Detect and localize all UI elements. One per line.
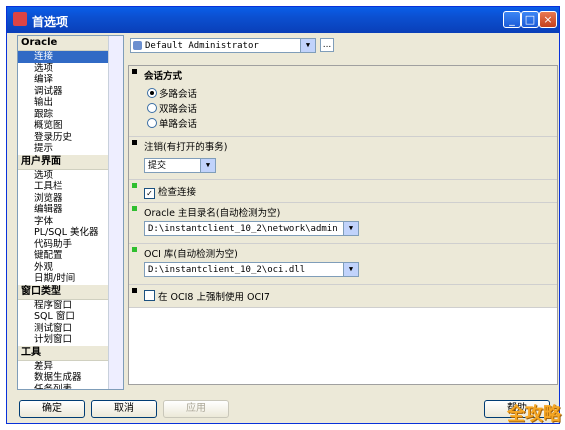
oci-library-section: OCI 库(自动检测为空) D:\instantclient_10_2\oci.… <box>129 244 557 285</box>
radio-single-session[interactable]: 单路会话 <box>147 116 197 130</box>
chevron-down-icon[interactable]: ▼ <box>300 39 315 52</box>
profile-value: Default Administrator <box>145 41 259 51</box>
watermark-logo: 全攻略 <box>507 404 561 425</box>
maximize-button[interactable]: □ <box>521 11 539 28</box>
tree-group-label: Oracle <box>21 37 58 48</box>
cancel-button[interactable]: 取消 <box>91 400 157 418</box>
tree-group-label: 窗口类型 <box>21 285 61 297</box>
section-title: Oracle 主目录名(自动检测为空) <box>144 208 281 219</box>
section-title: 注销(有打开的事务) <box>144 142 228 153</box>
checkbox-checked-icon: ✓ <box>144 188 155 199</box>
marker-icon <box>132 183 137 188</box>
section-title: 会话方式 <box>144 71 183 82</box>
tree-scrollbar[interactable] <box>108 36 123 389</box>
settings-area: Default Administrator ▼ ... 会话方式 多路会话 双路… <box>128 35 558 390</box>
settings-panel: 会话方式 多路会话 双路会话 单路会话 注销(有打开的事务) 提交 ▼ ✓ 检查连… <box>128 65 558 385</box>
marker-icon <box>132 69 137 74</box>
app-icon <box>13 12 27 26</box>
chevron-down-icon[interactable]: ▼ <box>200 159 215 172</box>
close-button[interactable]: × <box>539 11 557 28</box>
chevron-down-icon[interactable]: ▼ <box>343 263 358 276</box>
minimize-button[interactable]: _ <box>503 11 521 28</box>
force-oci7-section: 在 OCI8 上强制使用 OCI7 <box>129 285 557 308</box>
oracle-home-section: Oracle 主目录名(自动检测为空) D:\instantclient_10_… <box>129 203 557 244</box>
radio-multi-session[interactable]: 多路会话 <box>147 86 197 100</box>
force-oci7-checkbox[interactable]: 在 OCI8 上强制使用 OCI7 <box>144 289 270 303</box>
user-icon <box>133 41 142 50</box>
radio-icon <box>147 118 157 128</box>
checkbox-icon <box>144 290 155 301</box>
title-bar[interactable]: 首选项 _ □ × <box>7 7 559 33</box>
marker-icon <box>132 247 137 252</box>
oci-library-select[interactable]: D:\instantclient_10_2\oci.dll ▼ <box>144 262 359 277</box>
logoff-select[interactable]: 提交 ▼ <box>144 158 216 173</box>
tree-group-label: 工具 <box>21 346 41 358</box>
session-mode-section: 会话方式 多路会话 双路会话 单路会话 <box>129 66 557 137</box>
marker-icon <box>132 288 137 293</box>
section-title: OCI 库(自动检测为空) <box>144 249 238 260</box>
oracle-home-select[interactable]: D:\instantclient_10_2\network\admin ▼ <box>144 221 359 236</box>
radio-icon <box>147 88 157 98</box>
profile-more-button[interactable]: ... <box>320 38 334 52</box>
radio-icon <box>147 103 157 113</box>
apply-button[interactable]: 应用 <box>163 400 229 418</box>
chevron-down-icon[interactable]: ▼ <box>343 222 358 235</box>
tree-group-label: 用户界面 <box>21 155 61 167</box>
ok-button[interactable]: 确定 <box>19 400 85 418</box>
window-title: 首选项 <box>32 15 69 29</box>
marker-icon <box>132 140 137 145</box>
logoff-section: 注销(有打开的事务) 提交 ▼ <box>129 137 557 180</box>
preferences-window: 首选项 _ □ × Oracle▼连接选项编译调试器输出跟踪概览图登录历史提示用… <box>6 6 560 424</box>
check-connection-section: ✓ 检查连接 <box>129 180 557 203</box>
category-tree[interactable]: Oracle▼连接选项编译调试器输出跟踪概览图登录历史提示用户界面▼选项工具栏浏… <box>17 35 124 390</box>
check-connection-checkbox[interactable]: ✓ 检查连接 <box>144 184 196 199</box>
marker-icon <box>132 206 137 211</box>
profile-select[interactable]: Default Administrator ▼ <box>130 38 316 53</box>
radio-dual-session[interactable]: 双路会话 <box>147 101 197 115</box>
